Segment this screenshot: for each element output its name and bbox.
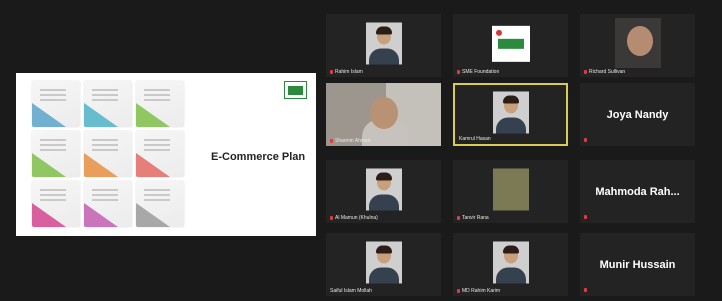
- participant-tile[interactable]: Al Mamun (Khulna): [326, 160, 441, 223]
- participant-name: Joya Nandy: [606, 108, 669, 121]
- muted-mic-icon: [584, 215, 587, 219]
- participant-caption: MD Rahim Karim: [457, 288, 500, 294]
- participant-tile[interactable]: Munir Hussain: [580, 233, 695, 296]
- participant-video: [365, 240, 402, 283]
- participant-caption: SME Foundation: [457, 69, 499, 75]
- participant-tile[interactable]: Mahmoda Rah...: [580, 160, 695, 223]
- participant-tile[interactable]: SME Foundation: [453, 14, 568, 77]
- doc-thumbnail: [136, 131, 184, 177]
- participant-tile[interactable]: Saiful Islam Mollah: [326, 233, 441, 296]
- document-thumbnails: [32, 81, 192, 231]
- participant-video: [492, 167, 529, 210]
- doc-thumbnail: [136, 181, 184, 227]
- doc-thumbnail: [32, 131, 80, 177]
- participant-caption: Richard Sullivan: [584, 69, 625, 75]
- sme-logo: [491, 25, 530, 62]
- participant-name: Munir Hussain: [599, 258, 676, 271]
- doc-thumbnail: [84, 181, 132, 227]
- participant-video: [326, 83, 441, 146]
- muted-mic-icon: [457, 216, 460, 220]
- participant-tile[interactable]: Tanvir Rana: [453, 160, 568, 223]
- participant-tile[interactable]: Richard Sullivan: [580, 14, 695, 77]
- muted-mic-icon: [584, 288, 587, 292]
- participant-tile[interactable]: Joya Nandy: [580, 83, 695, 146]
- participant-caption: Al Mamun (Khulna): [330, 215, 378, 221]
- participant-caption: Rahim Islam: [330, 69, 363, 75]
- participant-tile[interactable]: Sharmin Ahmed: [326, 83, 441, 146]
- participant-video: [492, 240, 529, 283]
- doc-thumbnail: [84, 131, 132, 177]
- doc-thumbnail: [136, 81, 184, 127]
- shared-screen: E-Commerce Plan: [16, 73, 316, 236]
- participant-tile-active[interactable]: Kamrul Hasan: [453, 83, 568, 146]
- muted-mic-icon: [330, 70, 333, 74]
- muted-mic-icon: [584, 70, 587, 74]
- sme-logo: [284, 81, 307, 99]
- participant-caption: Kamrul Hasan: [459, 136, 491, 142]
- slide-title: E-Commerce Plan: [211, 151, 306, 163]
- muted-mic-icon: [457, 289, 460, 293]
- doc-thumbnail: [84, 81, 132, 127]
- participant-tile[interactable]: MD Rahim Karim: [453, 233, 568, 296]
- participant-caption: Tanvir Rana: [457, 215, 489, 221]
- muted-mic-icon: [457, 70, 460, 74]
- participant-tile[interactable]: Rahim Islam: [326, 14, 441, 77]
- doc-thumbnail: [32, 81, 80, 127]
- muted-mic-icon: [584, 138, 587, 142]
- participant-name: Mahmoda Rah...: [595, 185, 680, 198]
- muted-mic-icon: [330, 139, 333, 143]
- participant-video: [365, 21, 402, 64]
- participant-caption: Saiful Islam Mollah: [330, 288, 372, 294]
- muted-mic-icon: [330, 216, 333, 220]
- participant-video: [492, 90, 529, 133]
- participant-video: [614, 17, 661, 68]
- participant-caption: Sharmin Ahmed: [330, 138, 371, 144]
- doc-thumbnail: [32, 181, 80, 227]
- participant-video: [365, 167, 402, 210]
